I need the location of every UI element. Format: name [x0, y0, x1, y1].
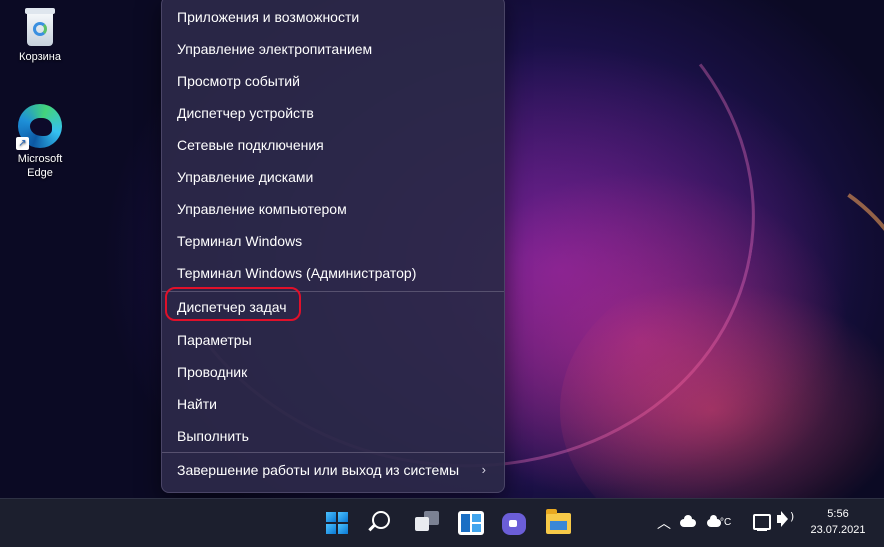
clock-date: 23.07.2021 [810, 524, 866, 536]
menu-separator [162, 452, 504, 453]
file-explorer-icon[interactable] [546, 509, 571, 534]
onedrive-cloud-icon[interactable] [680, 515, 696, 527]
network-icon[interactable] [753, 514, 771, 531]
menu-item-windows-terminal-admin[interactable]: Терминал Windows (Администратор) [166, 257, 500, 289]
shortcut-arrow-icon: ↗ [16, 137, 29, 150]
weather-cloud-icon[interactable] [707, 515, 721, 527]
menu-item-device-manager[interactable]: Диспетчер устройств [166, 97, 500, 129]
menu-item-run[interactable]: Выполнить [166, 420, 500, 452]
highlight-annotation [165, 287, 301, 321]
desktop-icon-label: Edge [27, 167, 53, 179]
widgets-icon[interactable] [458, 511, 484, 535]
winx-context-menu: Приложения и возможности Управление элек… [161, 0, 505, 493]
menu-item-disk-management[interactable]: Управление дисками [166, 161, 500, 193]
menu-item-search[interactable]: Найти [166, 388, 500, 420]
desktop-icon-label: Microsoft [17, 153, 63, 165]
menu-item-shutdown-signout[interactable]: Завершение работы или выход из системы › [166, 454, 500, 486]
menu-item-file-explorer[interactable]: Проводник [166, 356, 500, 388]
desktop-icon-recycle-bin[interactable]: Корзина [5, 8, 75, 64]
edge-icon: ↗ [16, 104, 62, 150]
recycle-bin-icon [23, 8, 57, 46]
taskbar: ︿ °C 5:56 23.07.2021 [0, 498, 884, 547]
menu-item-windows-terminal[interactable]: Терминал Windows [166, 225, 500, 257]
volume-icon[interactable] [777, 510, 794, 527]
search-icon[interactable] [372, 511, 390, 529]
windows-start-icon[interactable] [326, 512, 348, 534]
taskbar-clock[interactable]: 5:56 23.07.2021 [808, 506, 868, 538]
menu-item-network-connections[interactable]: Сетевые подключения [166, 129, 500, 161]
menu-item-event-viewer[interactable]: Просмотр событий [166, 65, 500, 97]
desktop-icon-label: Корзина [19, 51, 61, 63]
desktop-icon-edge[interactable]: ↗ Microsoft Edge [5, 104, 75, 180]
weather-temperature[interactable]: °C [720, 517, 731, 528]
chevron-right-icon: › [481, 462, 486, 477]
clock-time: 5:56 [827, 508, 849, 520]
show-hidden-icons-chevron-up-icon[interactable]: ︿ [657, 513, 671, 533]
menu-item-apps-features[interactable]: Приложения и возможности [166, 1, 500, 33]
menu-item-power-options[interactable]: Управление электропитанием [166, 33, 500, 65]
menu-item-computer-management[interactable]: Управление компьютером [166, 193, 500, 225]
task-view-icon[interactable] [415, 511, 439, 531]
teams-chat-icon[interactable] [502, 513, 526, 535]
menu-item-settings[interactable]: Параметры [166, 324, 500, 356]
